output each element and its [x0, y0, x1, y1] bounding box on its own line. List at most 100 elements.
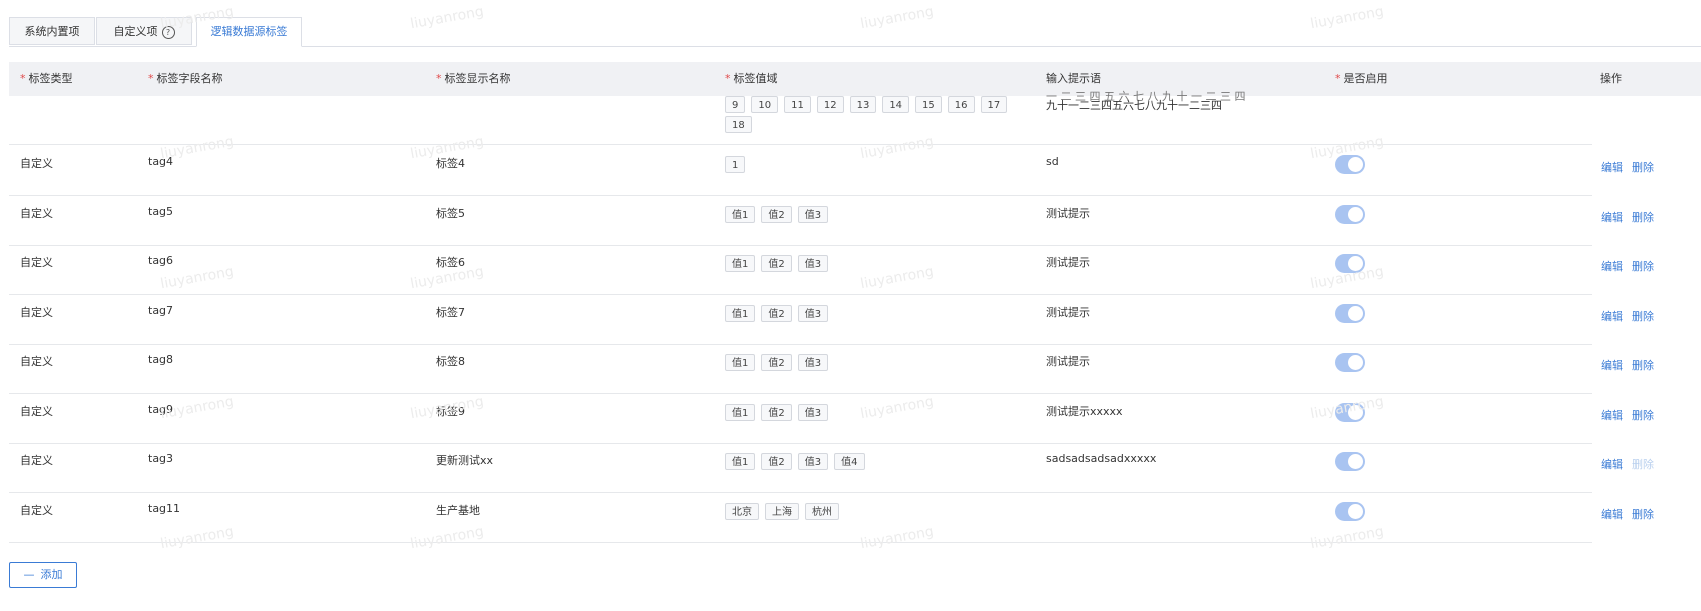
- edit-link[interactable]: 编辑: [1601, 161, 1623, 174]
- value-tag: 值3: [797, 255, 829, 272]
- tab-logic-datasource-label: 逻辑数据源标签: [210, 25, 288, 38]
- row-actions: 编辑 删除: [1601, 258, 1663, 274]
- tab-custom[interactable]: 自定义项?: [96, 17, 192, 45]
- cell-hint: 测试提示xxxxx: [1046, 405, 1123, 418]
- row-actions: 编辑 删除: [1601, 357, 1663, 373]
- cell-display-name: 标签5: [436, 207, 465, 220]
- cell-hint: 测试提示: [1046, 306, 1090, 319]
- edit-link[interactable]: 编辑: [1601, 409, 1623, 422]
- col-header-label: 是否启用: [1343, 72, 1388, 85]
- value-tag: 值2: [761, 305, 792, 322]
- value-tag: 杭州: [805, 503, 839, 520]
- enabled-switch[interactable]: [1335, 353, 1365, 372]
- tab-builtin[interactable]: 系统内置项: [9, 17, 95, 45]
- enabled-switch[interactable]: [1335, 254, 1365, 273]
- value-tag: 10: [751, 96, 779, 113]
- cell-tag-type: 自定义: [20, 504, 53, 517]
- edit-link[interactable]: 编辑: [1601, 310, 1623, 323]
- table-row-partial: 9 10 11 12 13 14 15 16 17 18 一 二 三 四 五 六 七 八 九 十…: [9, 90, 1592, 145]
- value-tag: 值3: [797, 354, 829, 371]
- watermark-text: liuyanrong: [409, 3, 485, 33]
- delete-link[interactable]: 删除: [1632, 260, 1654, 273]
- col-header-actions: 操作: [1600, 62, 1622, 96]
- cell-display-name: 生产基地: [436, 504, 480, 517]
- value-tag: 值1: [725, 255, 756, 272]
- enabled-switch[interactable]: [1335, 452, 1365, 471]
- cell-field-name: tag4: [148, 155, 174, 168]
- cell-display-name: 标签8: [436, 355, 465, 368]
- tag-list: 值1 值2 值3: [725, 354, 834, 371]
- enabled-switch[interactable]: [1335, 205, 1365, 224]
- edit-link[interactable]: 编辑: [1601, 211, 1623, 224]
- value-tag: 16: [947, 96, 975, 113]
- value-tag: 值3: [797, 305, 829, 322]
- delete-link[interactable]: 删除: [1632, 211, 1654, 224]
- value-tag: 值1: [725, 354, 756, 371]
- enabled-switch[interactable]: [1335, 502, 1365, 521]
- cell-display-name: 标签7: [436, 306, 465, 319]
- table-row: 自定义 tag3 更新测试xx 值1 值2 值3 值4 sadsadsadsadxxxxx 编辑…: [9, 442, 1654, 493]
- edit-link[interactable]: 编辑: [1601, 458, 1623, 471]
- cell-tag-type: 自定义: [20, 306, 53, 319]
- cell-field-name: tag5: [148, 205, 174, 218]
- col-header-type: * 标签类型: [20, 62, 73, 96]
- tab-builtin-label: 系统内置项: [24, 25, 80, 38]
- cell-field-name: tag3: [148, 452, 174, 465]
- enabled-switch[interactable]: [1335, 304, 1365, 323]
- required-mark: *: [1335, 72, 1341, 85]
- value-tag: 18: [725, 116, 752, 133]
- cell-hint: 测试提示: [1046, 207, 1090, 220]
- col-header-label: 标签类型: [28, 72, 73, 85]
- cell-tag-type: 自定义: [20, 355, 53, 368]
- row-actions: 编辑 删除: [1601, 407, 1663, 423]
- value-tag: 值2: [761, 354, 792, 371]
- cell-display-name: 更新测试xx: [436, 454, 494, 467]
- delete-link[interactable]: 删除: [1632, 161, 1654, 174]
- value-tag: 9: [725, 96, 746, 113]
- tag-list: 9 10 11 12 13 14 15 16 17 18: [725, 96, 1025, 133]
- cell-hint: sd: [1046, 155, 1059, 168]
- tag-list: 值1 值2 值3: [725, 305, 834, 322]
- tab-custom-label: 自定义项: [113, 25, 158, 38]
- col-header-label: 标签值域: [733, 72, 778, 85]
- edit-link[interactable]: 编辑: [1601, 359, 1623, 372]
- enabled-switch[interactable]: [1335, 155, 1365, 174]
- required-mark: *: [20, 72, 26, 85]
- table-row: 自定义 tag8 标签8 值1 值2 值3 测试提示 编辑 删除: [9, 343, 1654, 394]
- cell-hint: 测试提示: [1046, 256, 1090, 269]
- value-tag: 值1: [725, 206, 756, 223]
- delete-link[interactable]: 删除: [1632, 310, 1654, 323]
- value-tag: 值2: [761, 404, 792, 421]
- row-actions: 编辑 删除: [1601, 506, 1663, 522]
- cell-field-name: tag11: [148, 502, 181, 515]
- edit-link[interactable]: 编辑: [1601, 508, 1623, 521]
- edit-link[interactable]: 编辑: [1601, 260, 1623, 273]
- value-tag: 12: [816, 96, 844, 113]
- cell-display-name: 标签6: [436, 256, 465, 269]
- row-actions: 编辑 删除: [1601, 209, 1663, 225]
- row-actions: 编辑 删除: [1601, 159, 1663, 175]
- value-tag: 值3: [797, 206, 829, 223]
- hint-text: 九十一二三四五六七八九十一二三四: [1046, 99, 1222, 112]
- cell-field-name: tag7: [148, 304, 174, 317]
- tag-list: 值1 值2 值3 值4: [725, 453, 871, 470]
- add-button[interactable]: — 添加: [9, 562, 77, 588]
- minus-icon: —: [23, 568, 35, 581]
- cell-display-name: 标签9: [436, 405, 465, 418]
- enabled-switch[interactable]: [1335, 403, 1365, 422]
- question-circle-icon[interactable]: ?: [161, 25, 175, 39]
- value-tag: 值3: [797, 453, 829, 470]
- value-tag: 14: [882, 96, 910, 113]
- watermark-text: liuyanrong: [859, 3, 935, 33]
- value-tag: 值2: [761, 453, 792, 470]
- delete-link[interactable]: 删除: [1632, 409, 1654, 422]
- cell-field-name: tag6: [148, 254, 174, 267]
- tab-logic-datasource[interactable]: 逻辑数据源标签: [196, 17, 302, 47]
- value-tag: 11: [784, 96, 811, 113]
- delete-link[interactable]: 删除: [1632, 508, 1654, 521]
- table-row: 自定义 tag5 标签5 值1 值2 值3 测试提示 编辑 删除: [9, 195, 1654, 246]
- delete-link[interactable]: 删除: [1632, 359, 1654, 372]
- col-header-field: * 标签字段名称: [148, 62, 223, 96]
- table-row: 自定义 tag7 标签7 值1 值2 值3 测试提示 编辑 删除: [9, 294, 1654, 345]
- table-row: 自定义 tag4 标签4 1 sd 编辑 删除: [9, 145, 1654, 196]
